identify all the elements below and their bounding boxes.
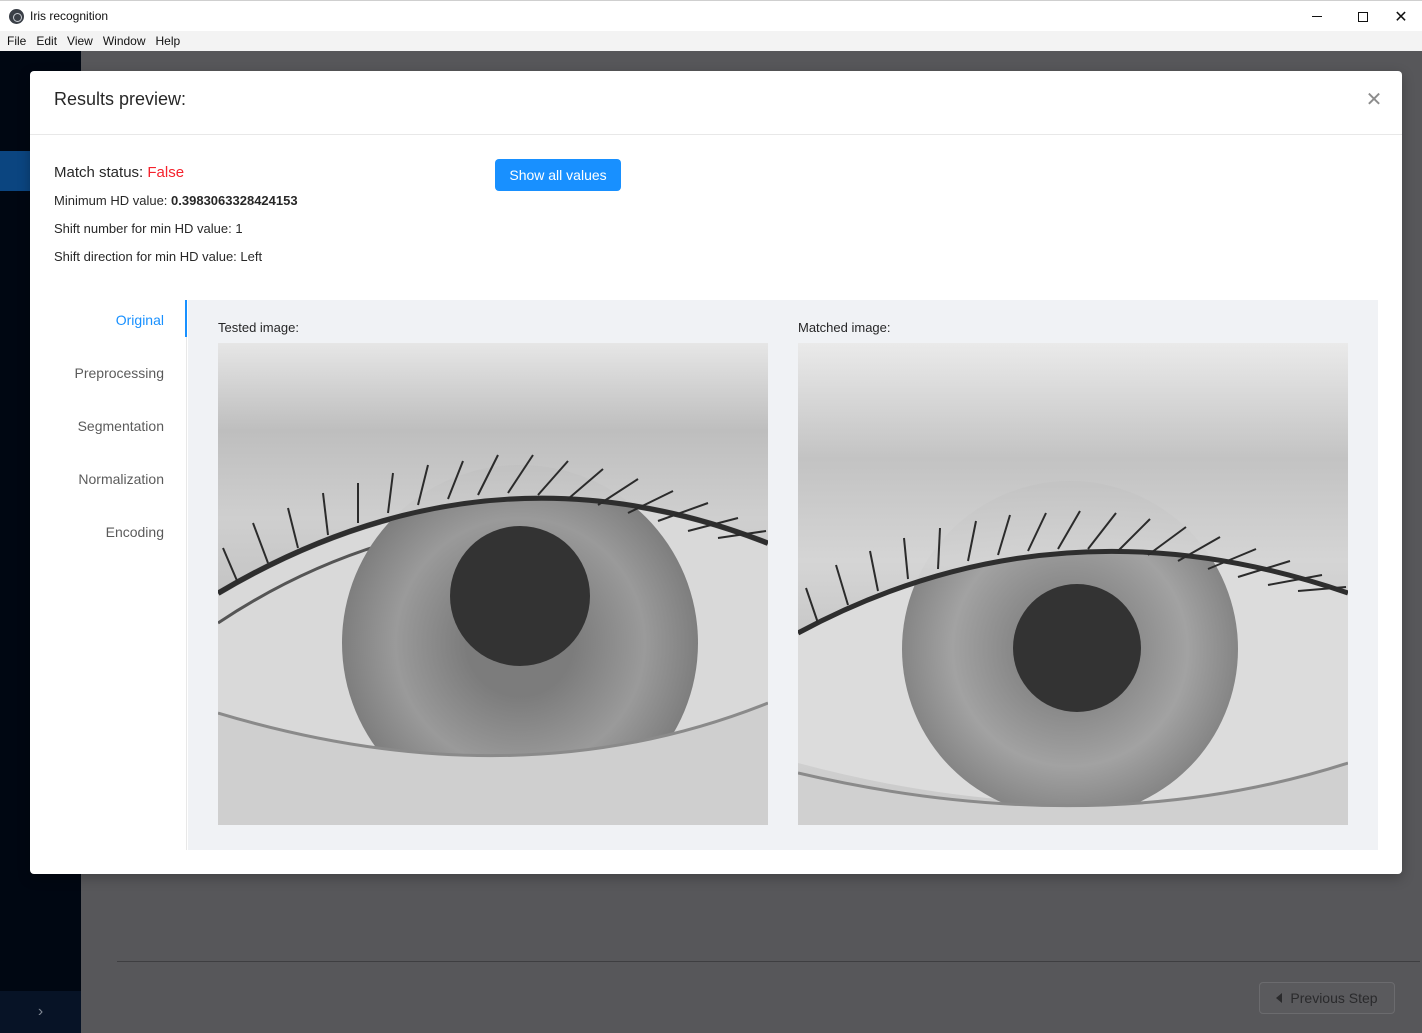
show-all-values-button[interactable]: Show all values [495, 159, 621, 191]
menu-file[interactable]: File [2, 31, 31, 51]
menu-help[interactable]: Help [151, 31, 186, 51]
tested-image-block: Tested image: [218, 318, 768, 825]
matched-eye-image [798, 343, 1348, 825]
matched-image-label: Matched image: [798, 320, 891, 335]
min-hd-label: Minimum HD value: [54, 193, 168, 208]
tested-eye-image [218, 343, 768, 825]
menu-view[interactable]: View [62, 31, 98, 51]
window-title: Iris recognition [30, 9, 109, 23]
sidebar-collapse-icon[interactable]: › [0, 991, 81, 1033]
match-status: Match status: False [54, 163, 298, 183]
tab-segmentation[interactable]: Segmentation [53, 406, 186, 446]
window-titlebar: Iris recognition ✕ [0, 0, 1422, 31]
window-close-icon[interactable]: ✕ [1378, 1, 1422, 32]
tab-normalization[interactable]: Normalization [53, 459, 186, 499]
minimize-icon[interactable] [1294, 1, 1340, 32]
caret-left-icon [1276, 993, 1283, 1003]
previous-step-button[interactable]: Previous Step [1259, 982, 1395, 1014]
matched-image-block: Matched image: [798, 318, 1348, 825]
step-tabs: Original Preprocessing Segmentation Norm… [54, 300, 187, 850]
tab-original[interactable]: Original [53, 300, 186, 340]
result-stats: Match status: False Minimum HD value: 0.… [54, 163, 298, 267]
sidebar-active-item [0, 151, 30, 191]
modal-header: Results preview: ✕ [30, 71, 1402, 135]
tab-preprocessing[interactable]: Preprocessing [53, 353, 186, 393]
tested-image-label: Tested image: [218, 320, 299, 335]
menu-window[interactable]: Window [98, 31, 151, 51]
match-status-value: False [147, 164, 185, 181]
match-status-label: Match status: [54, 164, 144, 181]
shift-number: Shift number for min HD value: 1 [54, 221, 243, 236]
close-icon[interactable]: ✕ [1364, 88, 1384, 112]
menu-edit[interactable]: Edit [31, 31, 62, 51]
previous-step-label: Previous Step [1290, 990, 1378, 1006]
tab-active-indicator [185, 300, 187, 337]
min-hd-number: 0.3983063328424153 [171, 193, 298, 208]
menubar: File Edit View Window Help [0, 31, 1422, 51]
tab-encoding[interactable]: Encoding [53, 512, 186, 552]
app-icon [9, 9, 24, 24]
min-hd-value: Minimum HD value: 0.3983063328424153 [54, 191, 298, 211]
shift-direction: Shift direction for min HD value: Left [54, 249, 263, 264]
results-modal: Results preview: ✕ Match status: False M… [30, 71, 1402, 874]
tab-panel-original: Tested image: Matched image: [188, 300, 1378, 850]
footer-divider [117, 961, 1420, 962]
modal-title: Results preview: [54, 89, 187, 109]
